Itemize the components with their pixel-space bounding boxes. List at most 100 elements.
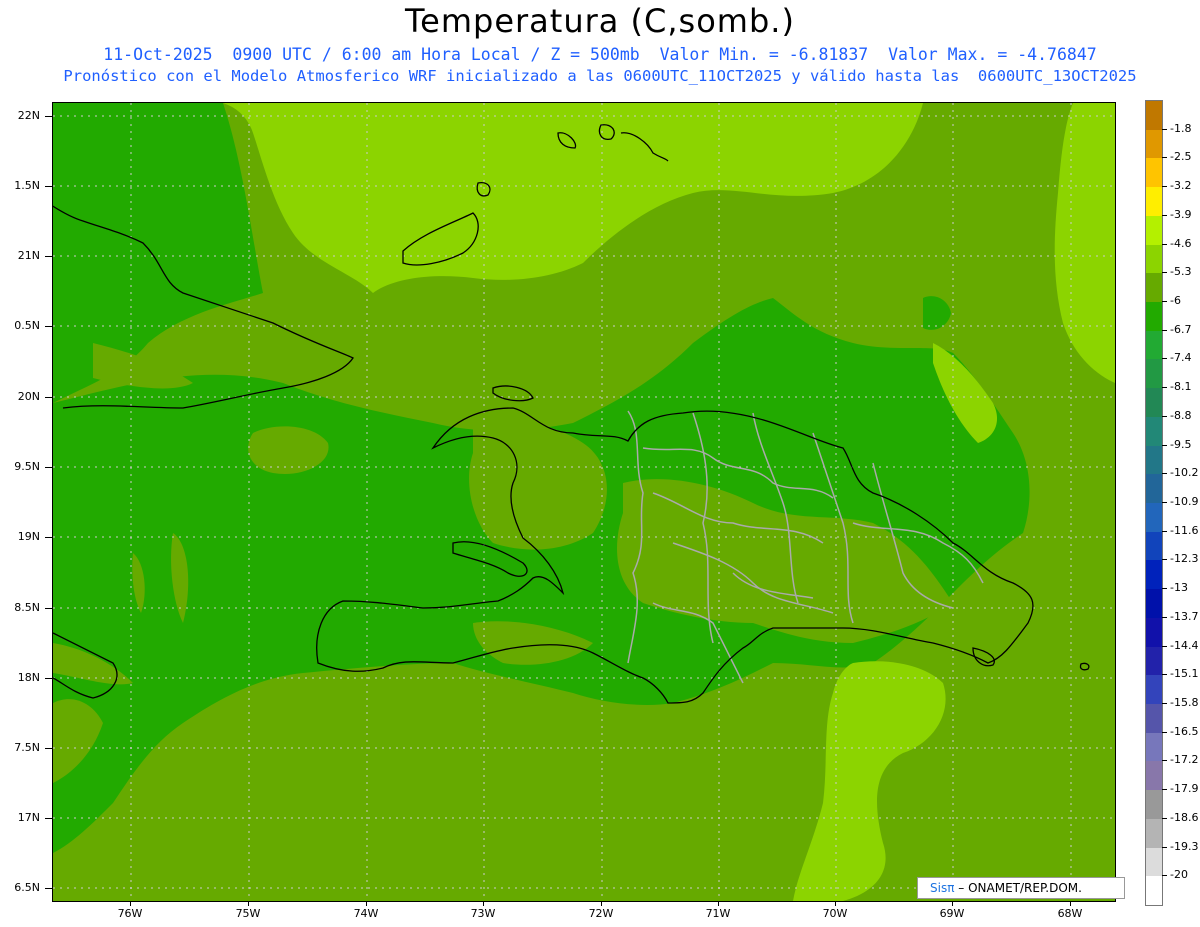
colorbar-tick <box>1162 358 1167 360</box>
map-canvas <box>53 103 1115 901</box>
colorbar-tick <box>1162 128 1167 130</box>
colorbar-tick <box>1162 559 1167 561</box>
lat-tick <box>45 537 52 538</box>
colorbar-segment <box>1146 675 1162 705</box>
colorbar-tick <box>1162 530 1167 532</box>
lat-label: 9.5N <box>14 460 40 473</box>
colorbar-label: -6 <box>1170 294 1181 307</box>
lon-tick <box>483 901 484 906</box>
colorbar-label: -4.6 <box>1170 236 1192 250</box>
colorbar-label: -8.8 <box>1170 408 1192 422</box>
colorbar-segment <box>1146 646 1162 676</box>
colorbar-label: -15.1 <box>1170 667 1199 681</box>
lon-label: 75W <box>235 907 261 920</box>
colorbar-label: -10.9 <box>1170 495 1199 508</box>
lat-label: 6.5N <box>14 881 40 894</box>
colorbar-segment <box>1146 876 1162 906</box>
colorbar-tick <box>1162 329 1167 331</box>
colorbar-tick <box>1162 588 1167 590</box>
lon-label: 73W <box>470 907 496 920</box>
lat-tick <box>45 678 52 679</box>
lat-tick <box>45 186 52 187</box>
lat-label: 20N <box>17 390 40 403</box>
temperature-map <box>52 102 1116 902</box>
lon-tick <box>366 901 367 906</box>
colorbar-label: -5.3 <box>1170 265 1192 279</box>
colorbar-label: -12.3 <box>1170 552 1199 566</box>
colorbar-tick <box>1162 645 1167 647</box>
colorbar-segment <box>1146 330 1162 360</box>
colorbar-label: -16.5 <box>1170 724 1199 738</box>
colorbar-segment <box>1146 187 1162 217</box>
colorbar-segment <box>1146 244 1162 274</box>
colorbar-tick <box>1162 731 1167 733</box>
colorbar-tick <box>1162 186 1167 188</box>
map-title: Temperatura (C,somb.) <box>405 2 795 40</box>
colorbar-label: -9.5 <box>1170 437 1192 451</box>
lat-tick <box>45 256 52 257</box>
colorbar-tick <box>1162 387 1167 389</box>
colorbar-tick <box>1162 789 1167 791</box>
colorbar-segment <box>1146 761 1162 791</box>
lat-label: 18N <box>17 671 40 684</box>
colorbar-label: -2.5 <box>1170 150 1192 164</box>
lat-label: 0.5N <box>14 319 40 332</box>
lon-label: 68W <box>1057 907 1083 920</box>
colorbar-label: -17.9 <box>1170 782 1199 796</box>
colorbar-segment <box>1146 388 1162 418</box>
lon-label: 72W <box>588 907 614 920</box>
colorbar-segment <box>1146 704 1162 733</box>
colorbar-label: -7.4 <box>1170 351 1192 365</box>
colorbar-segment <box>1146 302 1162 331</box>
colorbar-segment <box>1146 790 1162 820</box>
lon-label: 71W <box>705 907 731 920</box>
lon-label: 76W <box>117 907 143 920</box>
colorbar-label: -11.6 <box>1170 523 1199 537</box>
colorbar-segment <box>1146 847 1162 877</box>
colorbar-segment <box>1146 129 1162 159</box>
colorbar-label: -20 <box>1170 868 1188 882</box>
colorbar-tick <box>1162 157 1167 159</box>
colorbar-tick <box>1162 272 1167 274</box>
lon-label: 69W <box>939 907 965 920</box>
colorbar-label: -3.2 <box>1170 179 1192 193</box>
lat-tick <box>45 326 52 327</box>
colorbar-label: -10.2 <box>1170 466 1199 480</box>
colorbar-segment <box>1146 101 1162 130</box>
colorbar-segment <box>1146 158 1162 188</box>
lat-label: 7.5N <box>14 741 40 754</box>
lat-label: 21N <box>17 249 40 262</box>
colorbar-label: -15.8 <box>1170 696 1199 709</box>
lat-tick <box>45 888 52 889</box>
colorbar-tick <box>1162 760 1167 762</box>
colorbar-label: -17.2 <box>1170 753 1199 767</box>
colorbar-tick <box>1162 875 1167 877</box>
credit-box: Sisπ – ONAMET/REP.DOM. <box>917 877 1125 899</box>
colorbar-label: -8.1 <box>1170 380 1192 394</box>
colorbar-segment <box>1146 503 1162 532</box>
colorbar-segment <box>1146 273 1162 303</box>
lon-tick <box>248 901 249 906</box>
subtitle-model-info: Pronóstico con el Modelo Atmosferico WRF… <box>63 67 1137 85</box>
colorbar-label: -14.4 <box>1170 638 1199 652</box>
lon-tick <box>601 901 602 906</box>
colorbar-segment <box>1146 589 1162 619</box>
sispi-logo: Sisπ <box>930 881 955 895</box>
colorbar-tick <box>1162 846 1167 848</box>
colorbar-segment <box>1146 732 1162 762</box>
colorbar-segment <box>1146 474 1162 504</box>
colorbar-tick <box>1162 415 1167 417</box>
lat-tick <box>45 116 52 117</box>
colorbar-tick <box>1162 817 1167 819</box>
lat-tick <box>45 397 52 398</box>
colorbar-segment <box>1146 560 1162 590</box>
lon-label: 74W <box>353 907 379 920</box>
colorbar-label: -6.7 <box>1170 322 1192 336</box>
lat-label: 22N <box>17 109 40 122</box>
colorbar-segment <box>1146 818 1162 848</box>
colorbar-tick <box>1162 473 1167 475</box>
colorbar-label: -13.7 <box>1170 609 1199 623</box>
lat-tick <box>45 748 52 749</box>
colorbar-label: -13 <box>1170 581 1188 595</box>
colorbar-tick <box>1162 616 1167 618</box>
